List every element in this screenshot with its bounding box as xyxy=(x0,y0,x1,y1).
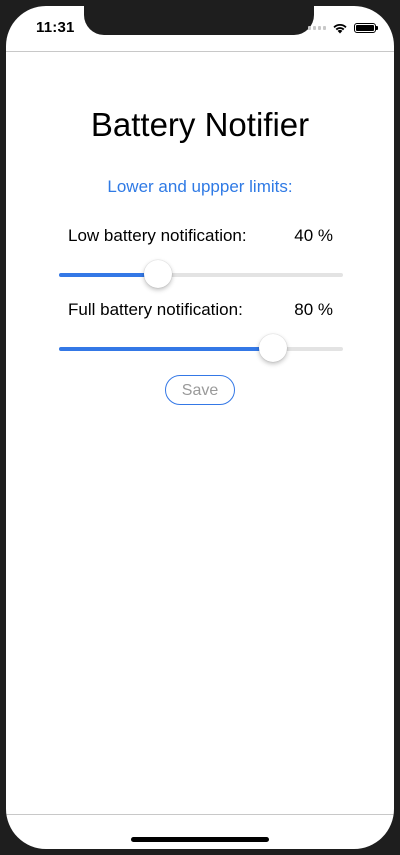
low-battery-value: 40 % xyxy=(294,226,333,245)
home-indicator[interactable] xyxy=(131,837,269,842)
status-time: 11:31 xyxy=(36,19,75,36)
signal-icon xyxy=(308,26,326,30)
full-battery-value: 80 % xyxy=(294,300,333,319)
full-battery-label: Full battery notification: xyxy=(68,300,243,319)
device-notch xyxy=(84,6,314,35)
top-divider xyxy=(6,51,394,52)
battery-icon xyxy=(354,23,378,33)
slider-fill xyxy=(59,347,274,351)
status-icons xyxy=(308,22,378,34)
slider-thumb[interactable] xyxy=(259,334,288,362)
wifi-icon xyxy=(333,23,347,34)
low-battery-label: Low battery notification: xyxy=(68,226,247,245)
full-battery-slider[interactable] xyxy=(59,328,343,368)
phone-screen: 11:31 Battery Notifier Lower and uppper … xyxy=(6,6,394,849)
save-button[interactable]: Save xyxy=(165,375,235,405)
slider-thumb[interactable] xyxy=(144,260,173,288)
bottom-divider xyxy=(6,814,394,815)
page-title: Battery Notifier xyxy=(90,106,310,143)
status-bar: 11:31 xyxy=(6,6,394,50)
limits-subtitle: Lower and uppper limits: xyxy=(107,177,293,196)
low-battery-slider[interactable] xyxy=(59,254,343,294)
